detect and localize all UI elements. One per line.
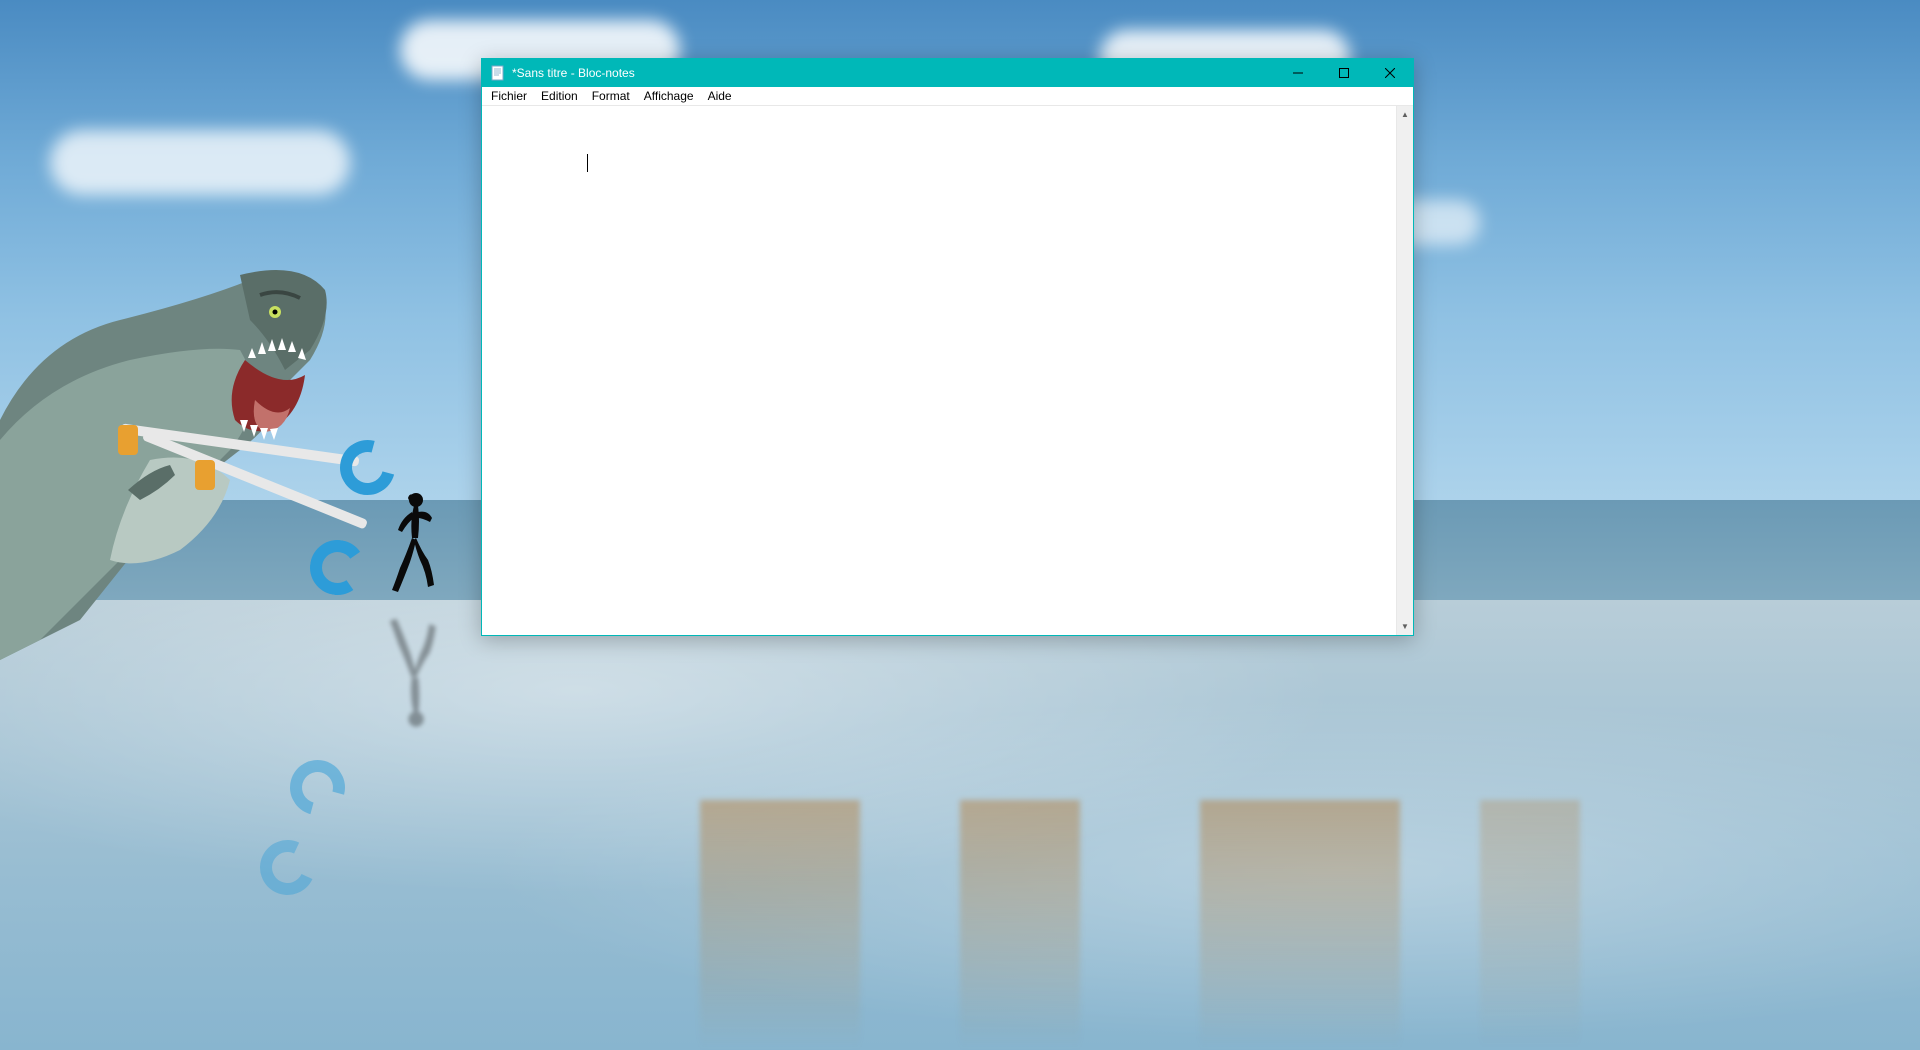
maximize-button[interactable]: [1321, 59, 1367, 87]
beach: [0, 600, 1920, 1050]
window-title: *Sans titre - Bloc-notes: [512, 66, 635, 80]
menu-edition[interactable]: Edition: [534, 88, 585, 104]
menu-affichage[interactable]: Affichage: [637, 88, 701, 104]
notepad-window: *Sans titre - Bloc-notes Fichier Edition…: [481, 58, 1414, 636]
vertical-scrollbar[interactable]: ▲ ▼: [1396, 106, 1413, 635]
menu-aide[interactable]: Aide: [701, 88, 739, 104]
grabber-grip: [195, 460, 215, 490]
text-editor[interactable]: [482, 106, 1396, 635]
text-cursor: [587, 154, 588, 172]
cloud: [50, 130, 350, 195]
close-button[interactable]: [1367, 59, 1413, 87]
minimize-button[interactable]: [1275, 59, 1321, 87]
desktop-background: *Sans titre - Bloc-notes Fichier Edition…: [0, 0, 1920, 1050]
runner-reflection: [385, 610, 445, 730]
menu-fichier[interactable]: Fichier: [484, 88, 534, 104]
scroll-down-arrow-icon[interactable]: ▼: [1397, 618, 1413, 635]
menubar: Fichier Edition Format Affichage Aide: [482, 87, 1413, 106]
editor-area: ▲ ▼: [482, 106, 1413, 635]
menu-format[interactable]: Format: [585, 88, 637, 104]
runner-silhouette: [390, 490, 440, 600]
notepad-icon: [490, 65, 506, 81]
titlebar[interactable]: *Sans titre - Bloc-notes: [482, 59, 1413, 87]
grabber-grip: [118, 425, 138, 455]
scroll-up-arrow-icon[interactable]: ▲: [1397, 106, 1413, 123]
